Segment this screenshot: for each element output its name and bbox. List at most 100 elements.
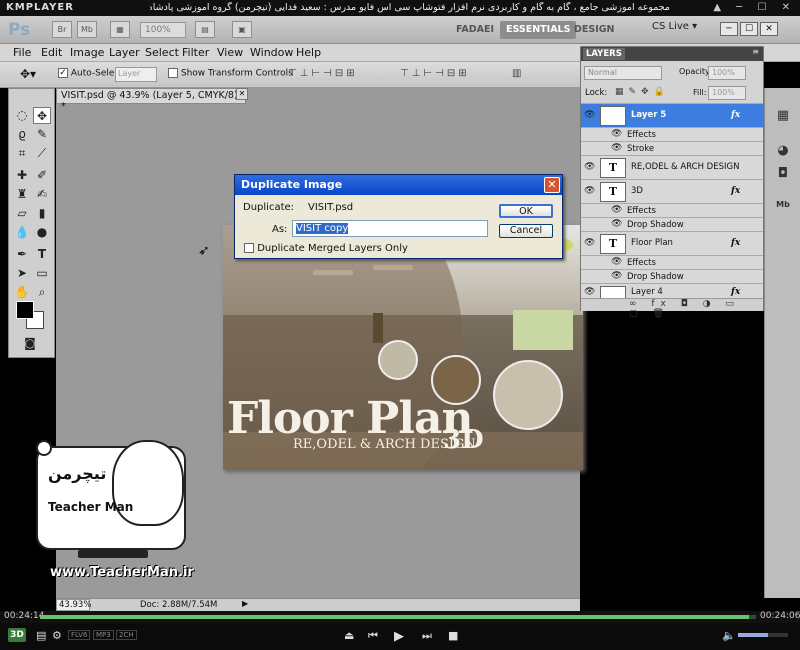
ok-button[interactable]: OK: [499, 204, 553, 218]
layer-row-layer4[interactable]: 👁 Layer 4 fx: [581, 283, 763, 298]
effect-row-drop-shadow[interactable]: 👁 Drop Shadow: [581, 217, 763, 231]
clone-stamp-tool-icon[interactable]: ♜: [13, 186, 31, 203]
bridge-icon[interactable]: Br: [52, 21, 72, 38]
crop-tool-icon[interactable]: ⌗: [13, 145, 31, 162]
workspace-design[interactable]: DESIGN: [568, 21, 621, 39]
history-brush-tool-icon[interactable]: ✍: [33, 186, 51, 203]
menu-filter[interactable]: Filter: [182, 46, 209, 59]
move-tool-icon[interactable]: ✥: [33, 107, 51, 124]
auto-select-target-combo[interactable]: Layer: [115, 67, 157, 82]
screen-mode-icon[interactable]: ▣: [232, 21, 252, 38]
arrange-documents-icon[interactable]: ▤: [195, 21, 215, 38]
menu-file[interactable]: File: [13, 46, 31, 59]
close-icon[interactable]: ✕: [760, 22, 778, 36]
foreground-color-swatch[interactable]: [16, 301, 34, 319]
visibility-eye-icon[interactable]: 👁: [584, 287, 595, 297]
effect-row-drop-shadow[interactable]: 👁 Drop Shadow: [581, 269, 763, 283]
as-name-input[interactable]: VISIT copy: [292, 220, 488, 237]
document-tab[interactable]: VISIT.psd @ 43.9% (Layer 5, CMYK/8) *: [56, 88, 246, 112]
visibility-eye-icon[interactable]: 👁: [611, 257, 622, 267]
visibility-eye-icon[interactable]: 👁: [584, 186, 595, 196]
layer-row-3d[interactable]: 👁 T 3D fx: [581, 179, 763, 203]
layer-row-text[interactable]: 👁 T RE,ODEL & ARCH DESIGN: [581, 155, 763, 179]
healing-tool-icon[interactable]: ✚: [13, 167, 31, 184]
menu-image[interactable]: Image: [70, 46, 104, 59]
maximize-icon[interactable]: ☐: [740, 22, 758, 36]
workspace-fadaei[interactable]: FADAEI: [450, 21, 500, 39]
visibility-eye-icon[interactable]: 👁: [584, 110, 595, 120]
playlist-icon[interactable]: ▤: [36, 629, 46, 642]
stop-icon[interactable]: ■: [448, 629, 458, 642]
fx-icon[interactable]: fx: [731, 110, 740, 120]
eraser-tool-icon[interactable]: ▱: [13, 205, 31, 222]
blur-tool-icon[interactable]: 💧: [13, 224, 31, 241]
align-icons[interactable]: ⊤⊥⊢⊣⊟⊞: [288, 68, 358, 79]
minibridge-panel-icon[interactable]: Mb: [773, 200, 793, 218]
next-icon[interactable]: ⏭: [422, 629, 432, 643]
fx-icon[interactable]: fx: [731, 186, 740, 196]
3d-mode-button[interactable]: 3D: [8, 628, 26, 642]
status-zoom-field[interactable]: 43.93%: [56, 599, 91, 611]
workspace-essentials[interactable]: ESSENTIALS: [500, 21, 577, 39]
opacity-input[interactable]: 100%: [708, 66, 746, 80]
adjustments-icon[interactable]: ▦: [773, 108, 793, 126]
styles-icon[interactable]: ◕: [773, 143, 793, 161]
previous-icon[interactable]: ⏮: [368, 629, 378, 643]
visibility-eye-icon[interactable]: 👁: [611, 205, 622, 215]
path-select-tool-icon[interactable]: ➤: [13, 265, 31, 282]
visibility-eye-icon[interactable]: 👁: [611, 143, 622, 153]
status-arrow-icon[interactable]: ▶: [242, 599, 248, 608]
blend-mode-select[interactable]: Normal: [584, 66, 662, 80]
show-transform-checkbox[interactable]: Show Transform Controls: [168, 68, 293, 79]
lasso-tool-icon[interactable]: ϱ: [13, 126, 31, 143]
visibility-eye-icon[interactable]: 👁: [611, 219, 622, 229]
fx-icon[interactable]: fx: [731, 238, 740, 248]
hand-tool-icon[interactable]: ✋: [13, 284, 31, 301]
panel-menu-icon[interactable]: ≡: [752, 47, 759, 56]
close-document-icon[interactable]: ✕: [236, 88, 248, 100]
zoom-level-combo[interactable]: 100%: [140, 22, 186, 38]
layer-row-floor-plan[interactable]: 👁 T Floor Plan fx: [581, 231, 763, 255]
move-tool-icon[interactable]: ✥▾: [20, 67, 36, 81]
layers-bottom-toolbar[interactable]: ∞ fx ◘ ◑ ▭ ▢ 🗑: [581, 298, 763, 319]
fill-input[interactable]: 100%: [708, 86, 746, 100]
dodge-tool-icon[interactable]: ●: [33, 224, 51, 241]
visibility-eye-icon[interactable]: 👁: [611, 129, 622, 139]
menu-help[interactable]: Help: [296, 46, 321, 59]
quick-select-tool-icon[interactable]: ✎: [33, 126, 51, 143]
layer-row-layer5[interactable]: 👁 Layer 5 fx: [581, 103, 763, 127]
menu-select[interactable]: Select: [145, 46, 179, 59]
effects-row[interactable]: 👁 Effects: [581, 255, 763, 269]
visibility-eye-icon[interactable]: 👁: [584, 238, 595, 248]
zoom-tool-icon[interactable]: ⌕: [33, 284, 51, 301]
lock-icons[interactable]: ▦✎✥🔒: [615, 87, 670, 97]
effect-row-stroke[interactable]: 👁 Stroke: [581, 141, 763, 155]
menu-layer[interactable]: Layer: [109, 46, 140, 59]
cs-live-button[interactable]: CS Live ▾: [652, 21, 697, 32]
play-icon[interactable]: ▶: [394, 629, 404, 644]
quick-mask-icon[interactable]: ◙: [21, 335, 39, 352]
menu-edit[interactable]: Edit: [41, 46, 62, 59]
eject-icon[interactable]: ⏏: [344, 629, 354, 642]
masks-icon[interactable]: ◘: [773, 166, 793, 184]
gradient-tool-icon[interactable]: ▮: [33, 205, 51, 222]
layers-tab[interactable]: LAYERS: [583, 48, 625, 60]
effects-row[interactable]: 👁 Effects: [581, 127, 763, 141]
menu-window[interactable]: Window: [250, 46, 293, 59]
effects-row[interactable]: 👁 Effects: [581, 203, 763, 217]
dialog-close-icon[interactable]: ✕: [544, 177, 560, 193]
eyedropper-tool-icon[interactable]: ⟋: [33, 145, 51, 162]
view-extras-icon[interactable]: ▦: [110, 21, 130, 38]
marquee-tool-icon[interactable]: ◌: [13, 107, 31, 124]
brush-tool-icon[interactable]: ✐: [33, 167, 51, 184]
merged-layers-checkbox[interactable]: Duplicate Merged Layers Only: [244, 243, 408, 254]
player-window-controls[interactable]: ▲ ─ ☐ ✕: [713, 2, 796, 13]
visibility-eye-icon[interactable]: 👁: [611, 271, 622, 281]
cancel-button[interactable]: Cancel: [499, 224, 553, 238]
visibility-eye-icon[interactable]: 👁: [584, 162, 595, 172]
shape-tool-icon[interactable]: ▭: [33, 265, 51, 282]
distribute-icons[interactable]: ⊤⊥⊢⊣⊟⊞: [400, 68, 470, 79]
type-tool-icon[interactable]: T: [33, 246, 51, 263]
minimize-icon[interactable]: ─: [720, 22, 738, 36]
fx-icon[interactable]: fx: [731, 287, 740, 297]
